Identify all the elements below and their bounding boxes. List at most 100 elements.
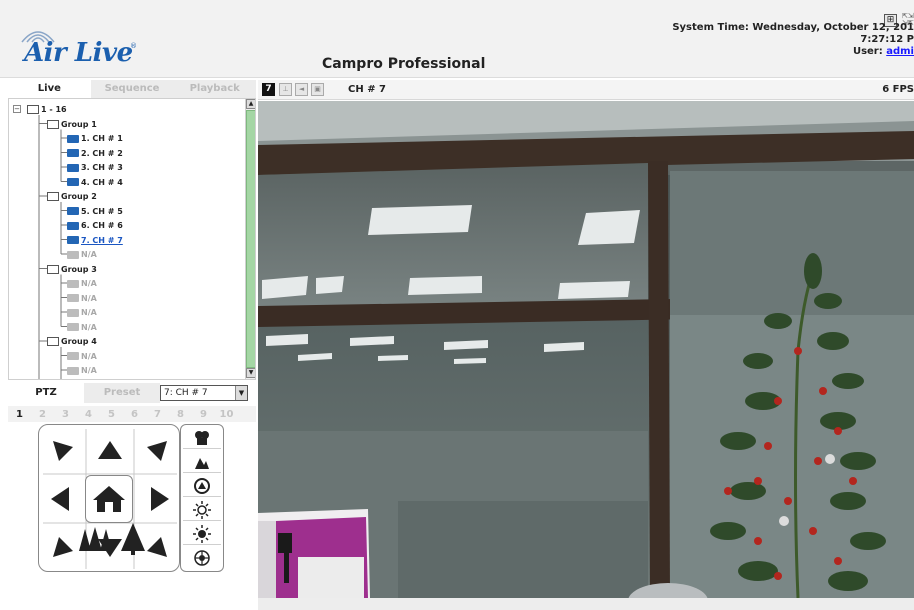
arrow-up-left-icon[interactable] [49,437,77,465]
ptz-number-4[interactable]: 4 [77,409,100,420]
scroll-down-icon[interactable]: ▼ [246,368,255,378]
camera-offline-icon [67,308,79,317]
iris-close-button[interactable] [183,523,221,545]
system-time: System Time: Wednesday, October 12, 201 [672,22,914,33]
tree-channel-item[interactable]: 3. CH # 3 [67,161,123,174]
camera-offline-icon [67,294,79,302]
ptz-number-9[interactable]: 9 [192,409,215,420]
ptz-number-5[interactable]: 5 [100,409,123,420]
camera-offline-icon [67,279,79,288]
tree-node-label: N/A [81,293,97,303]
camera-offline-icon [67,352,79,360]
auto-focus-icon [194,477,210,494]
zoom-out-trees-icon[interactable] [79,525,113,555]
record-icon[interactable]: ▣ [311,83,324,96]
sun-close-icon [193,524,211,543]
tree-node-label: N/A [81,250,97,259]
auto-focus-button[interactable] [183,475,221,497]
ptz-number-6[interactable]: 6 [123,409,146,420]
tree-channel-item[interactable]: 5. CH # 5 [67,205,123,218]
view-tabs: Live Sequence Playback [8,80,257,98]
chevron-down-icon[interactable]: ▼ [235,386,247,400]
preset-select[interactable]: 7: CH # 7 ▼ [160,385,248,401]
ptz-home-button[interactable] [85,475,133,523]
ptz-number-2[interactable]: 2 [31,409,54,420]
folder-icon [47,337,59,346]
tree-channel-item[interactable]: N/A [67,350,97,363]
tree-node-label: 1 - 16 [41,105,67,114]
tree-channel-item[interactable]: N/A [67,379,97,380]
scroll-thumb[interactable] [246,110,255,368]
user-info: User: admi [672,46,914,58]
airlive-logo: Air Live ® [18,24,138,68]
tree-node-label: Group 1 [61,119,97,129]
tree-node-label: 6. CH # 6 [81,221,123,230]
arrow-left-icon[interactable] [49,485,73,513]
tree-channel-item[interactable]: N/A [67,306,97,319]
tree-channel-item[interactable]: N/A [67,321,97,334]
arrow-up-icon[interactable] [96,439,124,463]
tree-group[interactable]: Group 1 [47,118,97,131]
tree-node-label: N/A [81,322,97,332]
auto-iris-button[interactable] [183,547,221,569]
live-video-view[interactable] [258,101,914,598]
tree-node-label: 1. CH # 1 [81,134,123,143]
tab-live[interactable]: Live [8,80,91,98]
collapse-icon[interactable]: − [13,105,21,113]
arrow-down-left-icon[interactable] [49,533,77,561]
tree-channel-item[interactable]: N/A [67,364,97,377]
camera-online-icon [67,134,79,143]
auto-iris-icon [194,550,210,566]
scroll-up-icon[interactable]: ▲ [246,99,255,109]
tree-root[interactable]: 1 - 16 [27,103,67,116]
camera-online-icon [67,236,79,244]
tree-scrollbar[interactable]: ▲ ▼ [245,99,255,379]
tree-group[interactable]: Group 2 [47,190,97,203]
tree-channel-item[interactable]: N/A [67,292,97,305]
tab-ptz[interactable]: PTZ [8,383,84,403]
left-panel: Live Sequence Playback − 1 - 16 Group 1 1. … [8,80,257,610]
ptz-number-bar: 1 2 3 4 5 6 7 8 9 10 [8,406,256,422]
ptz-number-7[interactable]: 7 [146,409,169,420]
camera-online-icon [67,221,79,230]
home-icon [93,486,125,512]
arrow-right-icon[interactable] [147,485,171,513]
tree-node-label: 3. CH # 3 [81,163,123,172]
user-link[interactable]: admi [886,46,914,57]
tree-node-label: N/A [81,366,97,375]
folder-icon [27,105,39,114]
tree-channel-item[interactable]: 4. CH # 4 [67,176,123,189]
iris-open-button[interactable] [183,499,221,521]
zoom-in-tree-icon[interactable] [119,523,147,555]
tree-node-label: 2. CH # 2 [81,148,123,158]
mountain-icon [195,457,209,469]
tab-sequence[interactable]: Sequence [90,80,174,98]
tree-node-label: N/A [81,351,97,361]
tree-node-label: 7. CH # 7 [81,235,123,245]
tree-node-label: Group 4 [61,337,97,346]
tree-channel-item[interactable]: 7. CH # 7 [67,234,123,247]
ptz-number-1[interactable]: 1 [8,409,31,420]
tree-channel-item[interactable]: N/A [67,277,97,290]
ptz-number-10[interactable]: 10 [215,409,238,420]
ptz-number-8[interactable]: 8 [169,409,192,420]
arrow-down-right-icon[interactable] [143,533,171,561]
tree-channel-item[interactable]: 6. CH # 6 [67,219,123,232]
arrow-up-right-icon[interactable] [143,437,171,465]
tab-preset[interactable]: Preset [84,383,160,403]
header: Air Live ® Campro Professional ⊞ ⇱⇲ ⇲⇱ Sy… [0,0,914,78]
camera-online-icon [67,207,79,215]
tree-channel-item[interactable]: 2. CH # 2 [67,147,123,160]
tree-group[interactable]: Group 4 [47,335,97,348]
channel-tree: − 1 - 16 Group 1 1. CH # 1 2. CH # 2 3. CH # … [8,98,256,380]
audio-icon[interactable]: ◄ [295,83,308,96]
snapshot-icon[interactable]: ⊥ [279,83,292,96]
tree-channel-item[interactable]: 1. CH # 1 [67,132,123,145]
focus-near-button[interactable] [183,427,221,449]
tree-group[interactable]: Group 3 [47,263,97,276]
tab-playback[interactable]: Playback [173,80,257,98]
focus-far-button[interactable] [183,451,221,473]
folder-icon [47,264,59,274]
ptz-number-3[interactable]: 3 [54,409,77,420]
tree-channel-item[interactable]: N/A [67,248,97,261]
